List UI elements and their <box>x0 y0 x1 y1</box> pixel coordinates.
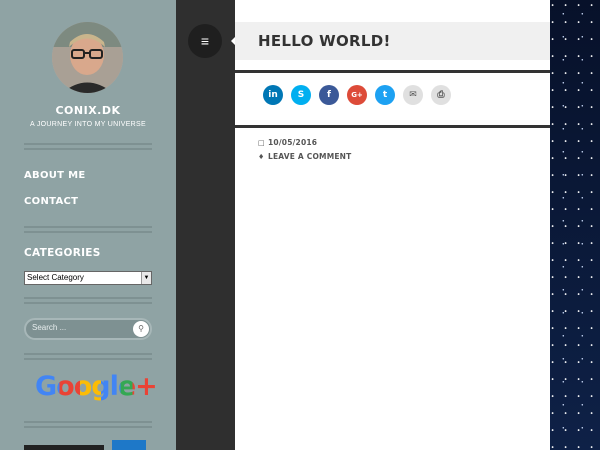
divider <box>24 143 152 150</box>
facebook-icon: f <box>327 90 331 100</box>
twitter-share-button[interactable]: t <box>375 85 395 105</box>
nav-link-about-me[interactable]: ABOUT ME <box>24 170 85 181</box>
site-title[interactable]: CONIX.DK <box>0 104 176 117</box>
starry-background <box>550 0 600 450</box>
calendar-icon: □ <box>258 139 265 147</box>
avatar-photo <box>52 22 123 93</box>
sidebar: CONIX.DK A JOURNEY INTO MY UNIVERSE ABOU… <box>0 0 176 450</box>
nav-link-contact[interactable]: CONTACT <box>24 196 78 207</box>
leave-comment-link[interactable]: ♦ LEAVE A COMMENT <box>258 152 351 161</box>
menu-icon: ≡ <box>200 33 210 49</box>
post-date-text: 10/05/2016 <box>268 138 318 147</box>
google-plus-badge[interactable]: Google+ <box>35 371 158 402</box>
post-header: HELLO WORLD! <box>235 22 550 60</box>
divider <box>235 125 550 128</box>
divider <box>24 353 152 360</box>
menu-toggle-button[interactable]: ≡ <box>188 24 222 58</box>
leave-comment-text: LEAVE A COMMENT <box>268 152 352 161</box>
post-title[interactable]: HELLO WORLD! <box>258 32 391 50</box>
post-date[interactable]: □ 10/05/2016 <box>258 138 317 147</box>
skype-icon: S <box>297 90 305 100</box>
divider <box>235 70 550 73</box>
linkedin-share-button[interactable]: in <box>263 85 283 105</box>
google-plus-icon: G+ <box>351 91 363 99</box>
post-content: HELLO WORLD! in S f G+ t ✉ ⎙ □ 10/05/2016… <box>235 0 550 450</box>
divider <box>24 226 152 233</box>
search-box: Search ... ⚲ <box>24 318 152 340</box>
print-icon: ⎙ <box>437 90 445 100</box>
comment-icon: ♦ <box>258 153 265 161</box>
email-icon: ✉ <box>409 90 417 100</box>
divider <box>24 297 152 304</box>
categories-title: CATEGORIES <box>24 247 101 259</box>
chevron-down-icon: ▼ <box>141 272 151 284</box>
divider <box>24 421 152 428</box>
site-description: A JOURNEY INTO MY UNIVERSE <box>30 121 146 128</box>
facebook-share-button[interactable]: f <box>319 85 339 105</box>
search-icon[interactable]: ⚲ <box>133 321 149 337</box>
avatar[interactable] <box>52 22 123 93</box>
category-select[interactable]: Select Category ▼ <box>24 271 152 285</box>
widget-banner[interactable] <box>24 445 104 450</box>
share-buttons: in S f G+ t ✉ ⎙ <box>263 85 451 105</box>
email-share-button[interactable]: ✉ <box>403 85 423 105</box>
nav-column <box>176 0 235 450</box>
widget-badge[interactable] <box>112 440 146 450</box>
google-plus-text: Google+ <box>35 371 158 402</box>
twitter-icon: t <box>382 90 388 100</box>
skype-share-button[interactable]: S <box>291 85 311 105</box>
category-select-value: Select Category <box>27 273 84 282</box>
search-input[interactable]: Search ... <box>32 323 66 332</box>
linkedin-icon: in <box>268 90 278 100</box>
print-button[interactable]: ⎙ <box>431 85 451 105</box>
google-plus-share-button[interactable]: G+ <box>347 85 367 105</box>
